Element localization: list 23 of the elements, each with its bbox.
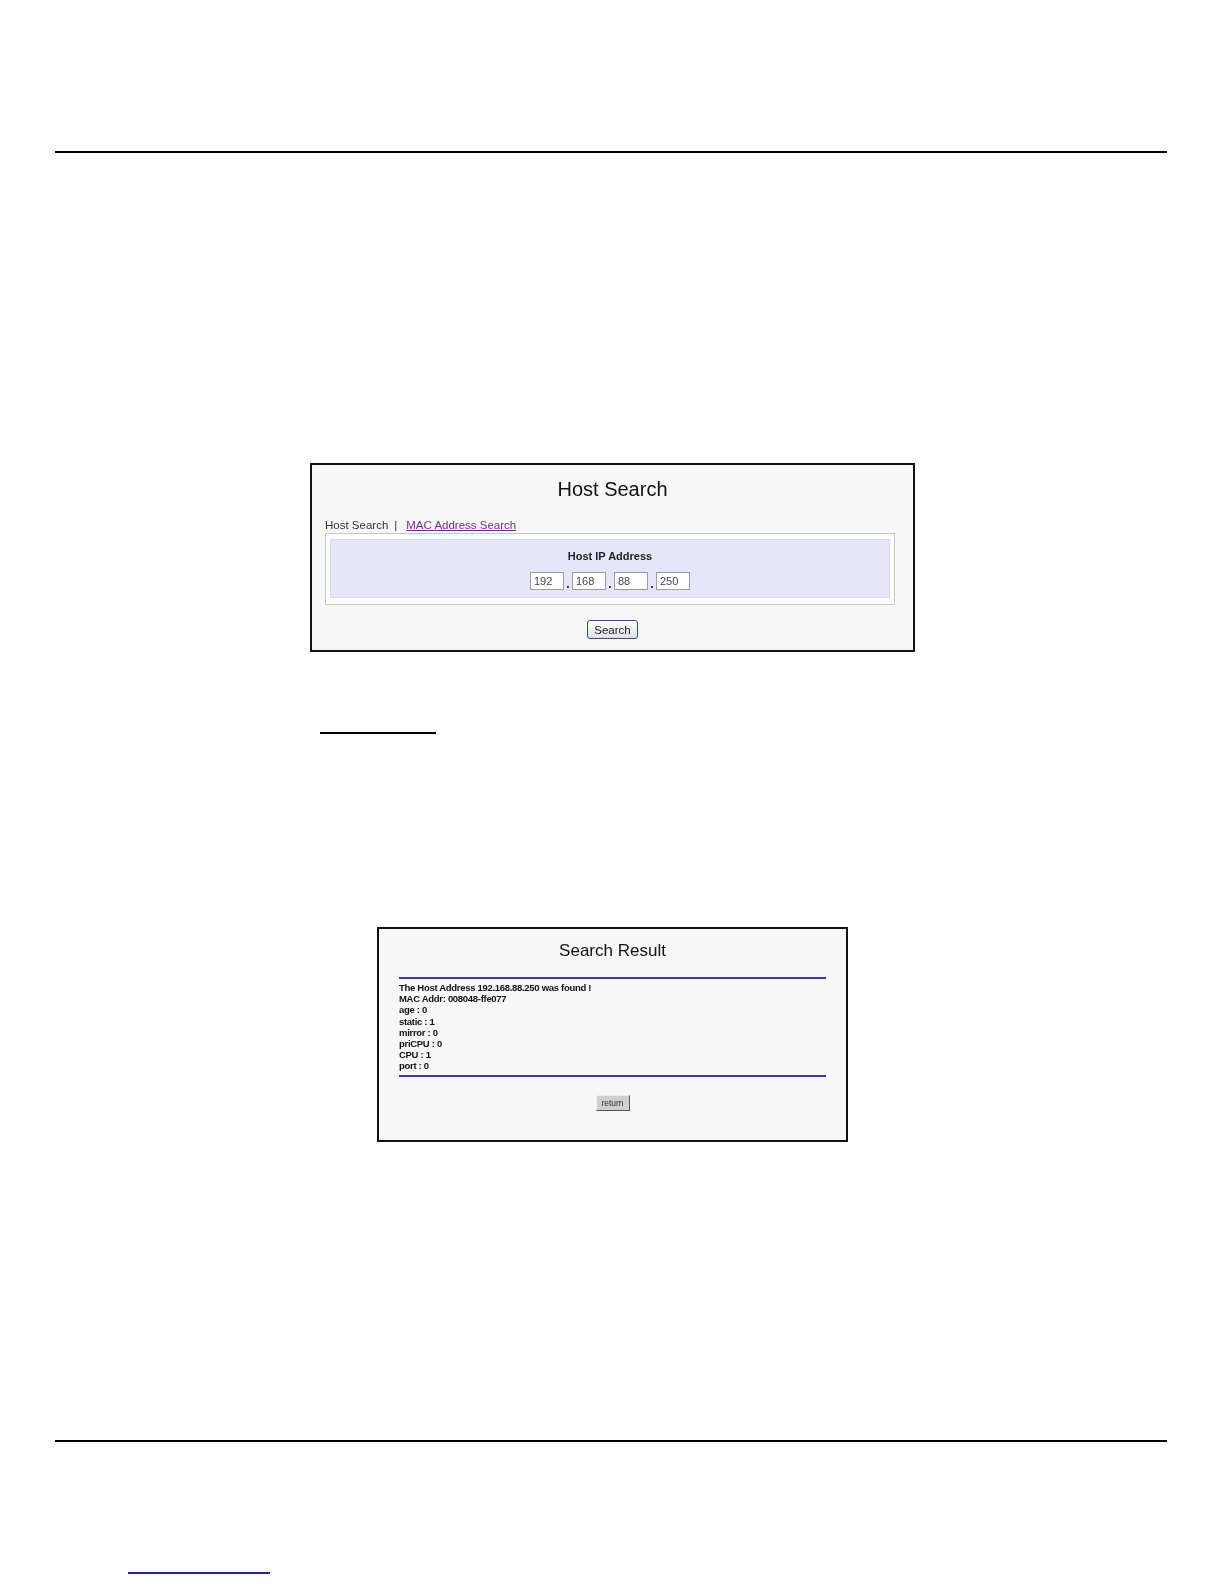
octet-separator: . bbox=[649, 578, 655, 590]
search-button[interactable]: Search bbox=[587, 620, 638, 639]
result-line: priCPU : 0 bbox=[399, 1038, 443, 1050]
panel-title: Search Result bbox=[558, 940, 667, 962]
nav-link[interactable]: MAC Address Search bbox=[406, 518, 517, 532]
result-line: mirror : 0 bbox=[399, 1026, 439, 1038]
octet-field[interactable]: 168 bbox=[572, 572, 606, 590]
result-line: CPU : 1 bbox=[399, 1049, 432, 1061]
panel-title: Host Search bbox=[556, 477, 669, 501]
nav-label: Host Search bbox=[325, 518, 389, 532]
return-button[interactable]: return bbox=[595, 1094, 630, 1111]
result-line: age : 0 bbox=[399, 1004, 428, 1016]
octet-separator: . bbox=[565, 578, 571, 590]
result-line: static : 1 bbox=[399, 1015, 436, 1027]
result-line: The Host Address 192.168.88.250 was found ! bbox=[399, 982, 593, 994]
field-label: Host IP Address bbox=[567, 549, 653, 563]
result-line: port : 0 bbox=[399, 1060, 430, 1072]
octet-separator: . bbox=[607, 578, 613, 590]
octet-field[interactable]: 250 bbox=[656, 572, 690, 590]
nav-separator: | bbox=[394, 518, 398, 532]
octet-field[interactable]: 192 bbox=[530, 572, 564, 590]
result-line: MAC Addr: 008048-ffe077 bbox=[399, 993, 508, 1005]
octet-field[interactable]: 88 bbox=[614, 572, 648, 590]
